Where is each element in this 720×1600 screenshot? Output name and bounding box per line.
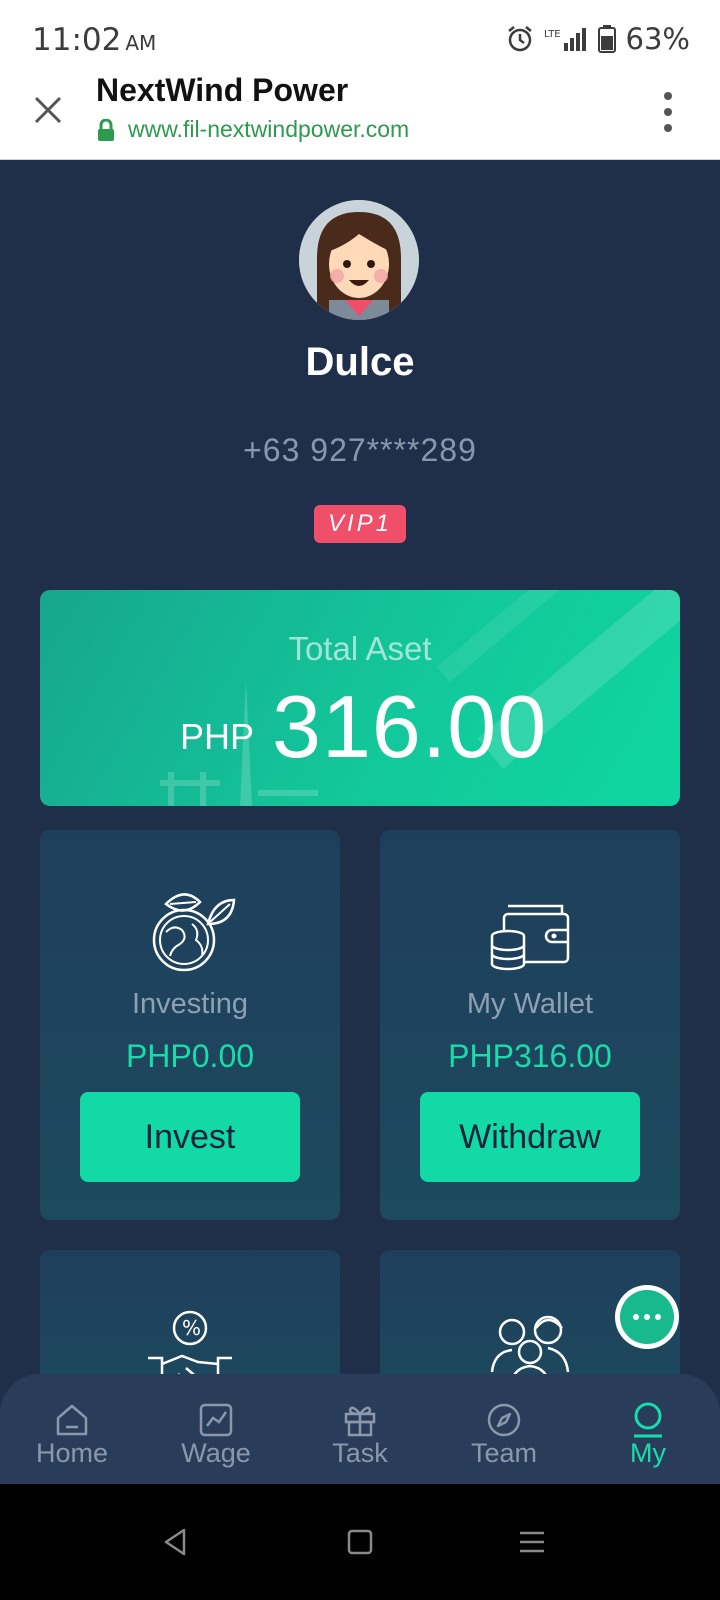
status-time: 11:02 AM — [32, 22, 156, 58]
tab-home-label: Home — [35, 1438, 109, 1468]
alarm-icon — [507, 26, 532, 52]
lock-icon — [98, 118, 114, 141]
tab-wage-label: Wage — [181, 1438, 251, 1468]
total-asset-label: Total Aset — [288, 630, 432, 667]
close-icon[interactable] — [30, 92, 66, 128]
invest-button[interactable]: Invest — [80, 1092, 300, 1182]
chart-icon — [199, 1403, 233, 1437]
svg-text:LTE: LTE — [544, 29, 561, 40]
asset-currency: PHP — [180, 716, 255, 757]
tab-wage[interactable]: Wage — [144, 1374, 288, 1484]
avatar[interactable] — [299, 200, 419, 320]
withdraw-button[interactable]: Withdraw — [420, 1092, 640, 1182]
investing-tile: Investing PHP0.00 Invest — [40, 830, 340, 1220]
home-icon — [56, 1404, 88, 1436]
gift-icon — [344, 1406, 376, 1437]
home-square-icon[interactable] — [342, 1524, 378, 1560]
user-icon — [634, 1402, 662, 1438]
battery-percent: 63% — [625, 22, 690, 56]
back-icon[interactable] — [158, 1524, 194, 1560]
tab-task-label: Task — [332, 1438, 388, 1468]
browser-toolbar: NextWind Power www.fil-nextwindpower.com — [0, 60, 720, 160]
url-row[interactable]: www.fil-nextwindpower.com — [96, 116, 409, 143]
tab-team[interactable]: Team — [432, 1374, 576, 1484]
avatar-girl-icon — [299, 200, 419, 320]
more-options-icon[interactable] — [662, 92, 674, 132]
globe-leaf-icon — [152, 893, 236, 972]
page-url: www.fil-nextwindpower.com — [128, 116, 410, 142]
user-phone: +63 927****289 — [243, 432, 477, 468]
vip-badge: VIP1 — [314, 505, 406, 543]
wallet-value: PHP316.00 — [448, 1038, 612, 1074]
page-title: NextWind Power — [96, 72, 349, 108]
user-name: Dulce — [305, 340, 415, 384]
wallet-label: My Wallet — [466, 988, 594, 1020]
tab-my-label: My — [630, 1438, 666, 1468]
chat-button[interactable] — [615, 1285, 679, 1349]
wallet-coins-icon — [490, 904, 570, 971]
system-nav-bar — [0, 1484, 720, 1600]
status-ampm: AM — [125, 31, 157, 55]
compass-icon — [487, 1403, 521, 1437]
tab-team-label: Team — [470, 1438, 538, 1468]
tab-task[interactable]: Task — [288, 1374, 432, 1484]
chat-bubble-icon — [620, 1290, 674, 1344]
app-screen: 11:02 AM LTE 63% NextWind Power www.fil-… — [0, 0, 720, 1600]
asset-amount: 316.00 — [272, 677, 548, 776]
tab-home[interactable]: Home — [0, 1374, 144, 1484]
signal-icon: LTE — [544, 28, 586, 51]
svg-text:%: % — [182, 1316, 201, 1340]
wallet-tile: My Wallet PHP316.00 Withdraw — [380, 830, 680, 1220]
investing-value: PHP0.00 — [125, 1038, 255, 1074]
bottom-tab-bar: Home Wage Task Team My — [0, 1374, 720, 1484]
investing-label: Investing — [131, 988, 249, 1020]
status-icons: LTE 63% — [506, 22, 690, 56]
status-clock: 11:02 — [32, 22, 122, 58]
tab-my[interactable]: My — [576, 1374, 720, 1484]
recents-icon[interactable] — [514, 1524, 550, 1560]
total-asset-card: Total Aset PHP 316.00 — [40, 590, 680, 806]
battery-icon — [597, 25, 616, 53]
